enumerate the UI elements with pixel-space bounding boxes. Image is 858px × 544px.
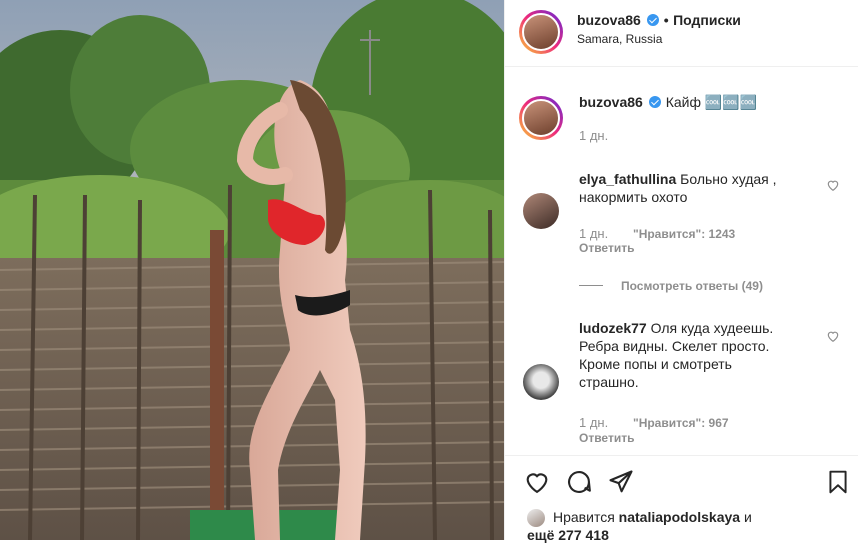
caption-avatar-ring[interactable]	[519, 96, 563, 140]
verified-icon	[649, 96, 662, 108]
post-username[interactable]: buzova86	[577, 12, 641, 28]
avatar[interactable]	[527, 509, 545, 527]
likes-summary: Нравится nataliapodolskaya и	[553, 508, 752, 526]
likes-user-link[interactable]: nataliapodolskaya	[619, 509, 740, 525]
comment-text: Больно худая ,	[680, 171, 777, 187]
comment-2: ludozek77 Оля куда худеешь. Ребра видны.…	[579, 319, 829, 391]
comment-1: elya_fathullina Больно худая , накормить…	[579, 170, 819, 206]
heart-icon[interactable]	[523, 468, 551, 496]
caption-username[interactable]: buzova86	[579, 94, 643, 110]
bookmark-icon[interactable]	[825, 468, 851, 496]
comment-text: накормить охото	[579, 189, 688, 205]
comment-text: Ребра видны. Скелет просто.	[579, 338, 770, 354]
view-replies-button[interactable]: Посмотреть ответы (49)	[621, 279, 763, 293]
comment-text: Оля куда худеешь.	[650, 320, 774, 336]
comment-heart-icon[interactable]	[826, 329, 840, 343]
comment-likes[interactable]: "Нравится": 1243	[633, 227, 735, 241]
post-photo[interactable]	[0, 0, 504, 540]
comment-time[interactable]: 1 дн.	[579, 415, 608, 430]
comment-username[interactable]: elya_fathullina	[579, 171, 676, 187]
caption-text: Кайф 🆒🆒🆒	[665, 94, 758, 110]
post-location[interactable]: Samara, Russia	[577, 32, 662, 46]
avatar	[522, 13, 560, 51]
comment-icon[interactable]	[565, 468, 593, 496]
post-side-panel: buzova86 • Подписки Samara, Russia buzov…	[504, 0, 858, 544]
verified-icon	[647, 14, 660, 26]
comment-likes[interactable]: "Нравится": 967	[633, 416, 729, 430]
post-actions: Нравится nataliapodolskaya и ещё 277 418	[505, 455, 858, 544]
avatar[interactable]	[523, 193, 559, 229]
story-ring[interactable]	[519, 10, 563, 54]
reply-button[interactable]: Ответить	[579, 431, 634, 445]
caption-time[interactable]: 1 дн.	[579, 128, 608, 143]
likes-suffix: и	[743, 509, 752, 525]
follow-button[interactable]: Подписки	[673, 12, 741, 28]
share-icon[interactable]	[607, 468, 635, 496]
caption: buzova86 Кайф 🆒🆒🆒	[579, 93, 757, 112]
dot-separator: •	[663, 12, 669, 28]
likes-prefix: Нравится	[553, 509, 615, 525]
replies-divider	[579, 285, 603, 286]
comment-text: Кроме попы и смотреть	[579, 356, 732, 372]
comment-text: страшно.	[579, 374, 639, 390]
reply-button[interactable]: Ответить	[579, 241, 634, 255]
post-image	[0, 0, 504, 540]
avatar[interactable]	[523, 364, 559, 400]
comment-heart-icon[interactable]	[826, 178, 840, 192]
likes-count[interactable]: ещё 277 418	[527, 526, 609, 544]
post-header: buzova86 • Подписки Samara, Russia	[505, 0, 858, 67]
comment-time[interactable]: 1 дн.	[579, 226, 608, 241]
comment-username[interactable]: ludozek77	[579, 320, 647, 336]
avatar	[522, 99, 560, 137]
